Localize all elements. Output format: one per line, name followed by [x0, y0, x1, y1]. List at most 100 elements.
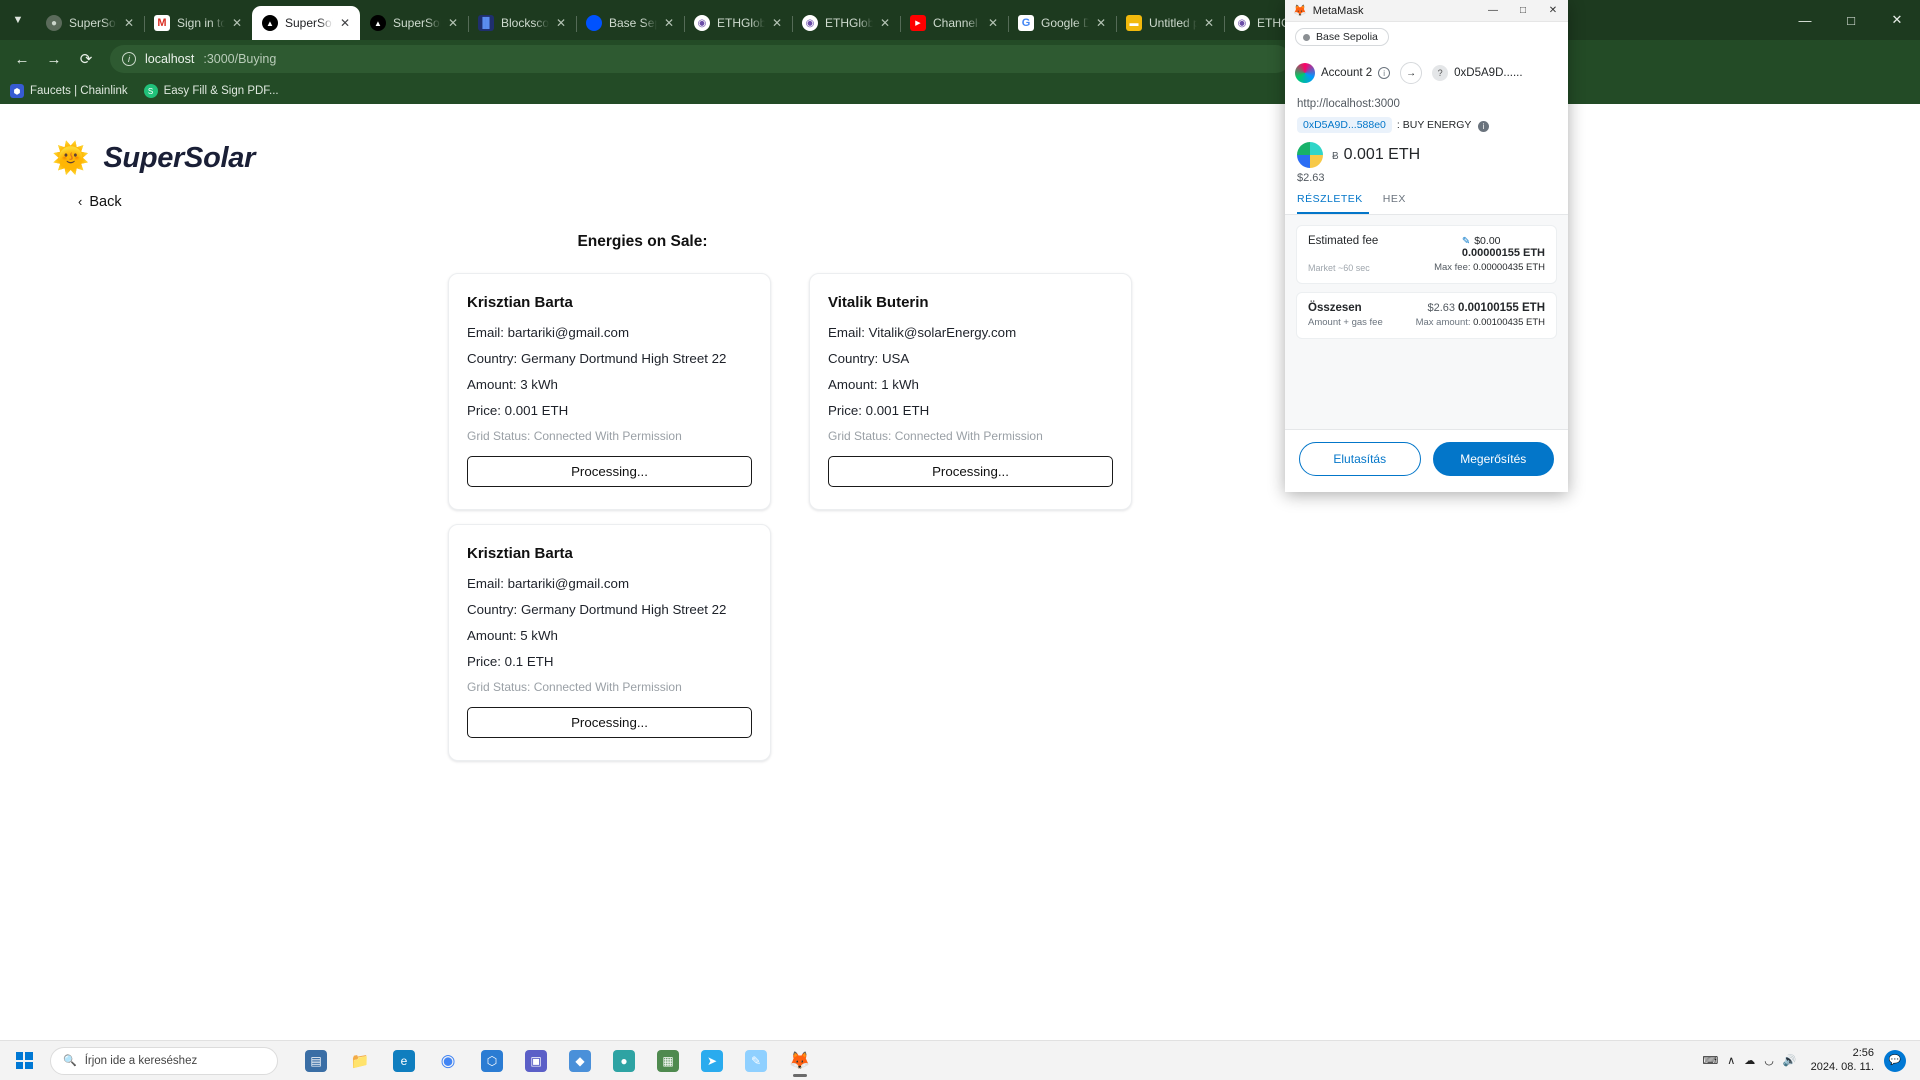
total-values: $2.63 0.00100155 ETH — [1427, 302, 1545, 314]
to-account[interactable]: ? 0xD5A9D...... — [1432, 65, 1523, 81]
tab-close-icon[interactable]: ✕ — [1096, 17, 1110, 29]
chevron-up-icon[interactable]: ∧ — [1727, 1054, 1735, 1067]
tab-title: Blockscout — [501, 16, 549, 30]
taskbar-app-metamask[interactable]: 🦊 — [780, 1043, 820, 1079]
keyboard-icon[interactable]: ⌨ — [1702, 1054, 1718, 1067]
search-icon: 🔍 — [63, 1055, 77, 1067]
metamask-minimize-button[interactable]: — — [1478, 0, 1508, 22]
max-fee-value: 0.00000435 ETH — [1473, 262, 1545, 273]
close-window-button[interactable]: ✕ — [1874, 4, 1920, 36]
taskbar-app-paint[interactable]: ✎ — [736, 1043, 776, 1079]
confirm-button[interactable]: Megerősítés — [1432, 442, 1554, 476]
buy-button[interactable]: Processing... — [467, 707, 752, 738]
windows-taskbar: 🔍 Írjon ide a kereséshez ▤ 📁 e ◉ ⬡ ▣ ◆ ● ▦ ➤ ✎ 🦊 ⌨ … — [0, 1040, 1920, 1080]
tab-close-icon[interactable]: ✕ — [340, 17, 354, 29]
tab-strip: ▼ ● SuperSolar ✕ M Sign in to S ✕ ▲ SuperSolar ✕… — [0, 0, 1920, 40]
browser-tab[interactable]: M Sign in to S ✕ — [144, 6, 252, 40]
taskbar-search-input[interactable]: 🔍 Írjon ide a kereséshez — [50, 1046, 278, 1075]
taskbar-app-microsoft-edge[interactable]: e — [384, 1043, 424, 1079]
address-bar[interactable]: i localhost :3000/Buying — [110, 45, 1290, 73]
taskbar-app-file-explorer[interactable]: 📁 — [340, 1043, 380, 1079]
method-info-icon[interactable]: i — [1478, 120, 1490, 132]
metamask-maximize-button[interactable]: □ — [1508, 0, 1538, 22]
taskbar-clock[interactable]: 2:56 2024. 08. 11. — [1807, 1047, 1874, 1075]
max-fee-row: Max fee: 0.00000435 ETH — [1434, 262, 1545, 273]
tab-title: Base Sepo — [609, 16, 657, 30]
browser-tab[interactable]: ▐▌ Blockscout ✕ — [468, 6, 577, 40]
taskbar-app-brave-browser[interactable]: ◆ — [560, 1043, 600, 1079]
tab-close-icon[interactable]: ✕ — [664, 17, 678, 29]
method-name: BUY ENERGY — [1402, 118, 1472, 131]
buy-button[interactable]: Processing... — [467, 456, 752, 487]
sun-icon: 🌞 — [52, 141, 90, 175]
taskbar-app-task-view[interactable]: ▤ — [296, 1043, 336, 1079]
volume-icon[interactable]: 🔊 — [1783, 1054, 1797, 1067]
tab-close-icon[interactable]: ✕ — [880, 17, 894, 29]
tab-close-icon[interactable]: ✕ — [556, 17, 570, 29]
taskbar-app-remix-ide[interactable]: ● — [604, 1043, 644, 1079]
bookmark-item[interactable]: S Easy Fill & Sign PDF... — [143, 84, 279, 98]
browser-tab[interactable]: ● SuperSolar ✕ — [36, 6, 145, 40]
contract-address-chip[interactable]: 0xD5A9D...588e0 — [1297, 117, 1392, 133]
back-link[interactable]: ‹ Back — [78, 194, 122, 210]
tab-close-icon[interactable]: ✕ — [232, 17, 246, 29]
browser-tab[interactable]: ▲ SuperSolar ✕ — [252, 6, 360, 40]
teams-icon: ▣ — [525, 1049, 547, 1072]
tab-details[interactable]: RÉSZLETEK — [1297, 193, 1369, 214]
seller-name: Vitalik Buterin — [828, 294, 929, 311]
energy-amount: Amount: 1 kWh — [828, 377, 919, 392]
maximize-button[interactable]: □ — [1828, 4, 1874, 36]
tab-close-icon[interactable]: ✕ — [988, 17, 1002, 29]
site-brand: 🌞 SuperSolar — [0, 104, 1920, 175]
bookmark-item[interactable]: ⬢ Faucets | Chainlink — [10, 84, 128, 98]
tab-title: SuperSolar — [285, 16, 333, 30]
minimize-button[interactable]: — — [1782, 4, 1828, 36]
browser-tab[interactable]: ▬ Untitled pr ✕ — [1116, 6, 1225, 40]
network-icon[interactable]: ◡ — [1764, 1054, 1774, 1067]
energy-card: Krisztian Barta Email: bartariki@gmail.co… — [448, 273, 771, 510]
contract-icon: ? — [1432, 65, 1449, 81]
base-icon — [586, 15, 602, 31]
buy-button[interactable]: Processing... — [828, 456, 1113, 487]
metamask-action-bar: Elutasítás Megerősítés — [1285, 429, 1568, 492]
tab-search-button[interactable]: ▼ — [0, 0, 36, 40]
grid-status: Grid Status: Connected With Permission — [467, 429, 682, 443]
dapp-origin: http://localhost:3000 — [1297, 98, 1400, 110]
back-button[interactable]: ← — [8, 45, 36, 73]
browser-tab[interactable]: ◉ ETHGlobal ✕ — [684, 6, 793, 40]
start-button[interactable] — [4, 1041, 44, 1080]
browser-tab[interactable]: ▲ SuperSolar ✕ — [360, 6, 469, 40]
notepad-icon: ▬ — [1126, 15, 1142, 31]
tab-hex[interactable]: HEX — [1383, 193, 1412, 214]
browser-tab[interactable]: ▶ Channel co ✕ — [900, 6, 1009, 40]
notification-icon[interactable]: 💬 — [1884, 1049, 1906, 1072]
taskbar-app-telegram[interactable]: ➤ — [692, 1043, 732, 1079]
total-fiat: $2.63 — [1427, 302, 1455, 314]
forward-button[interactable]: → — [40, 45, 68, 73]
taskbar-app-teams[interactable]: ▣ — [516, 1043, 556, 1079]
metamask-close-button[interactable]: ✕ — [1538, 0, 1568, 22]
estimated-fee-eth: 0.00000155 ETH — [1461, 247, 1545, 259]
browser-tab[interactable]: Base Sepo ✕ — [576, 6, 685, 40]
taskbar-app-google-chrome[interactable]: ◉ — [428, 1043, 468, 1079]
browser-tab[interactable]: G Google Dis ✕ — [1008, 6, 1117, 40]
tab-close-icon[interactable]: ✕ — [124, 17, 138, 29]
reject-button[interactable]: Elutasítás — [1299, 442, 1421, 476]
max-amount-value: 0.00100435 ETH — [1473, 317, 1545, 328]
taskbar-app-visual-studio-code[interactable]: ⬡ — [472, 1043, 512, 1079]
energy-price: Price: 0.1 ETH — [467, 654, 554, 669]
network-name: Base Sepolia — [1316, 31, 1378, 43]
tab-title: ETHGlobal — [825, 16, 873, 30]
info-icon[interactable]: i — [1378, 67, 1391, 79]
site-info-icon[interactable]: i — [122, 52, 136, 66]
edit-fee-button[interactable]: ✎ $0.00 — [1462, 235, 1545, 247]
tab-close-icon[interactable]: ✕ — [448, 17, 462, 29]
tab-close-icon[interactable]: ✕ — [772, 17, 786, 29]
from-account[interactable]: Account 2 i — [1295, 63, 1391, 83]
cloud-icon[interactable]: ☁ — [1744, 1054, 1755, 1067]
tab-close-icon[interactable]: ✕ — [1204, 17, 1218, 29]
taskbar-app-calculator[interactable]: ▦ — [648, 1043, 688, 1079]
browser-tab[interactable]: ◉ ETHGlobal ✕ — [792, 6, 901, 40]
reload-button[interactable]: ⟳ — [72, 45, 100, 73]
network-selector[interactable]: Base Sepolia — [1295, 28, 1389, 46]
